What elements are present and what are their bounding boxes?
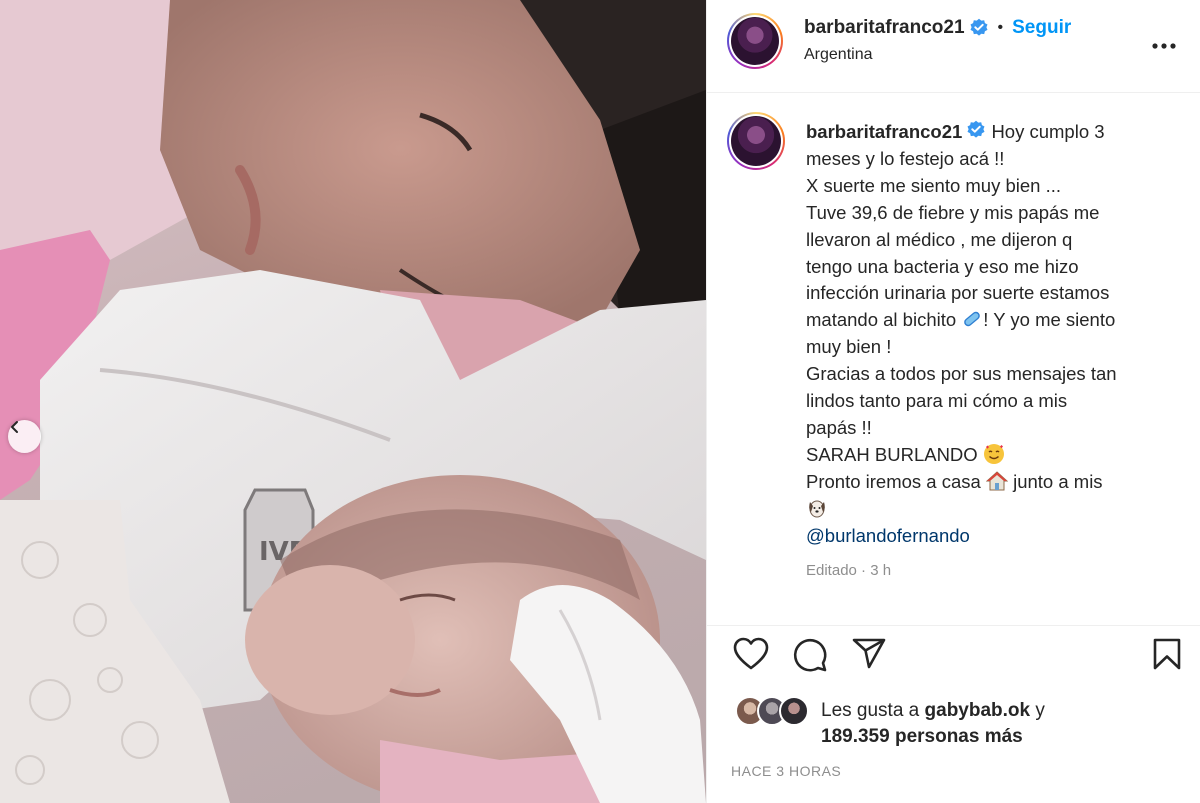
comment-icon bbox=[793, 638, 827, 672]
caption-meta: Editado · 3 h bbox=[806, 562, 892, 579]
caption-line: muy bien ! bbox=[806, 336, 892, 358]
comment-button[interactable] bbox=[792, 637, 828, 678]
carousel-prev-button[interactable] bbox=[8, 420, 41, 453]
caption-author-avatar[interactable] bbox=[727, 112, 785, 170]
separator-dot: • bbox=[997, 19, 1004, 36]
caption-line: matando al bichito bbox=[806, 309, 957, 331]
caption-username[interactable]: barbaritafranco21 bbox=[806, 121, 962, 142]
likes-connector: y bbox=[1030, 700, 1045, 721]
share-icon bbox=[852, 638, 886, 669]
pill-emoji-icon bbox=[964, 312, 981, 327]
verified-badge-icon bbox=[967, 120, 985, 138]
caption-comment: barbaritafranco21 Hoy cumplo 3 meses y l… bbox=[707, 93, 1200, 625]
follow-button[interactable]: Seguir bbox=[1012, 17, 1071, 39]
post-location[interactable]: Argentina bbox=[804, 46, 873, 64]
like-button[interactable] bbox=[733, 637, 769, 676]
heart-icon bbox=[733, 637, 769, 670]
more-options-icon bbox=[1152, 43, 1176, 49]
caption-line: SARAH BURLANDO bbox=[806, 443, 978, 465]
post-side-panel: barbaritafranco21 • Seguir Argentina bar… bbox=[706, 0, 1200, 803]
caption-line: papás !! bbox=[806, 416, 872, 438]
caption-line: Gracias a todos por sus mensajes tan bbox=[806, 363, 1117, 385]
likes-prefix: Les gusta a bbox=[821, 700, 925, 721]
post-photo[interactable]: IVDI bbox=[0, 0, 706, 803]
post-header: barbaritafranco21 • Seguir Argentina bbox=[707, 0, 1200, 93]
likes-text: Les gusta a gabybab.ok y 189.359 persona… bbox=[821, 698, 1045, 750]
likes-summary: Les gusta a gabybab.ok y 189.359 persona… bbox=[735, 694, 1175, 754]
author-username[interactable]: barbaritafranco21 bbox=[804, 17, 965, 39]
caption-line: junto a mis bbox=[1013, 470, 1103, 492]
liker-avatars[interactable] bbox=[735, 696, 813, 726]
liker-username[interactable]: gabybab.ok bbox=[925, 700, 1031, 721]
house-emoji-icon bbox=[985, 471, 1008, 491]
likes-count[interactable]: 189.359 personas más bbox=[821, 726, 1023, 747]
caption-line: ! Y yo me siento bbox=[983, 309, 1116, 331]
action-bar bbox=[707, 625, 1200, 685]
caption-line: tengo una bacteria y eso me hizo bbox=[806, 255, 1079, 277]
author-avatar[interactable] bbox=[727, 13, 783, 69]
caption-line: X suerte me siento muy bien ... bbox=[806, 174, 1062, 196]
liker-avatar[interactable] bbox=[779, 696, 809, 726]
caption-line: llevaron al médico , me dijeron q bbox=[806, 228, 1073, 250]
caption-line: Hoy cumplo 3 bbox=[991, 121, 1105, 142]
more-options-button[interactable] bbox=[1152, 36, 1176, 54]
caption-line: Tuve 39,6 de fiebre y mis papás me bbox=[806, 201, 1100, 223]
post-timestamp[interactable]: HACE 3 HORAS bbox=[731, 763, 841, 779]
verified-badge-icon bbox=[970, 18, 988, 36]
mention-link[interactable]: @burlandofernando bbox=[806, 523, 1171, 550]
smiling-face-with-hearts-emoji-icon bbox=[983, 443, 1004, 464]
caption-line: meses y lo festejo acá !! bbox=[806, 147, 1005, 169]
share-button[interactable] bbox=[851, 637, 887, 676]
caption-line: Pronto iremos a casa bbox=[806, 470, 981, 492]
chevron-left-icon bbox=[11, 421, 18, 433]
caption-line: infección urinaria por suerte estamos bbox=[806, 282, 1110, 304]
save-button[interactable] bbox=[1152, 637, 1182, 676]
caption-line: lindos tanto para mi cómo a mis bbox=[806, 390, 1068, 412]
caption-text: barbaritafranco21 Hoy cumplo 3 meses y l… bbox=[806, 119, 1171, 550]
dog-emoji-icon bbox=[809, 500, 825, 518]
bookmark-icon bbox=[1153, 638, 1181, 670]
post-image: IVDI bbox=[0, 0, 706, 803]
